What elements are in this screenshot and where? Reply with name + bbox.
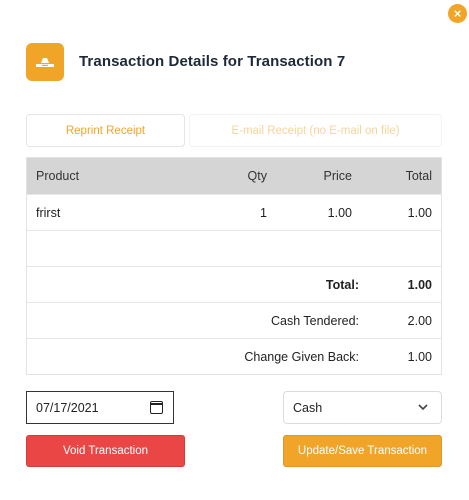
cell-price: 1.00	[327, 205, 352, 220]
calendar-icon[interactable]	[150, 401, 163, 414]
transaction-table: Product Qty Price Total frirst 1 1.00 1.…	[26, 157, 442, 375]
reprint-receipt-button[interactable]: Reprint Receipt	[26, 114, 185, 147]
close-button[interactable]: ×	[448, 4, 467, 23]
email-receipt-button[interactable]: E-mail Receipt (no E-mail on file)	[189, 114, 442, 147]
receipt-icon	[26, 42, 64, 81]
summary-total-row: Total: 1.00	[27, 266, 441, 302]
close-icon: ×	[453, 6, 462, 21]
table-header-row: Product Qty Price Total	[27, 158, 441, 194]
table-row-empty	[27, 230, 441, 266]
column-header-product: Product	[36, 169, 80, 183]
dialog-header: Transaction Details for Transaction 7	[26, 42, 345, 81]
void-transaction-button[interactable]: Void Transaction	[26, 435, 185, 467]
summary-change-row: Change Given Back: 1.00	[27, 338, 441, 374]
column-header-qty: Qty	[247, 169, 267, 183]
column-header-total: Total	[405, 169, 432, 183]
page-title: Transaction Details for Transaction 7	[79, 53, 346, 70]
cell-product: frirst	[36, 205, 61, 220]
date-value: 07/17/2021	[36, 400, 99, 415]
payment-method-value: Cash	[293, 400, 323, 415]
payment-method-select[interactable]: Cash	[283, 391, 442, 424]
chevron-down-icon	[418, 404, 428, 411]
total-label: Total:	[325, 277, 359, 292]
transaction-date-input[interactable]: 07/17/2021	[26, 391, 174, 424]
change-label: Change Given Back:	[244, 349, 359, 364]
change-value: 1.00	[407, 349, 432, 364]
update-save-transaction-button[interactable]: Update/Save Transaction	[283, 435, 442, 467]
summary-tendered-row: Cash Tendered: 2.00	[27, 302, 441, 338]
total-value: 1.00	[407, 277, 432, 292]
cell-qty: 1	[260, 205, 267, 220]
cell-total: 1.00	[407, 205, 432, 220]
receipt-actions: Reprint Receipt E-mail Receipt (no E-mai…	[26, 114, 442, 147]
cash-tendered-value: 2.00	[407, 313, 432, 328]
column-header-price: Price	[323, 169, 352, 183]
cash-tendered-label: Cash Tendered:	[270, 313, 359, 328]
table-row: frirst 1 1.00 1.00	[27, 194, 441, 230]
